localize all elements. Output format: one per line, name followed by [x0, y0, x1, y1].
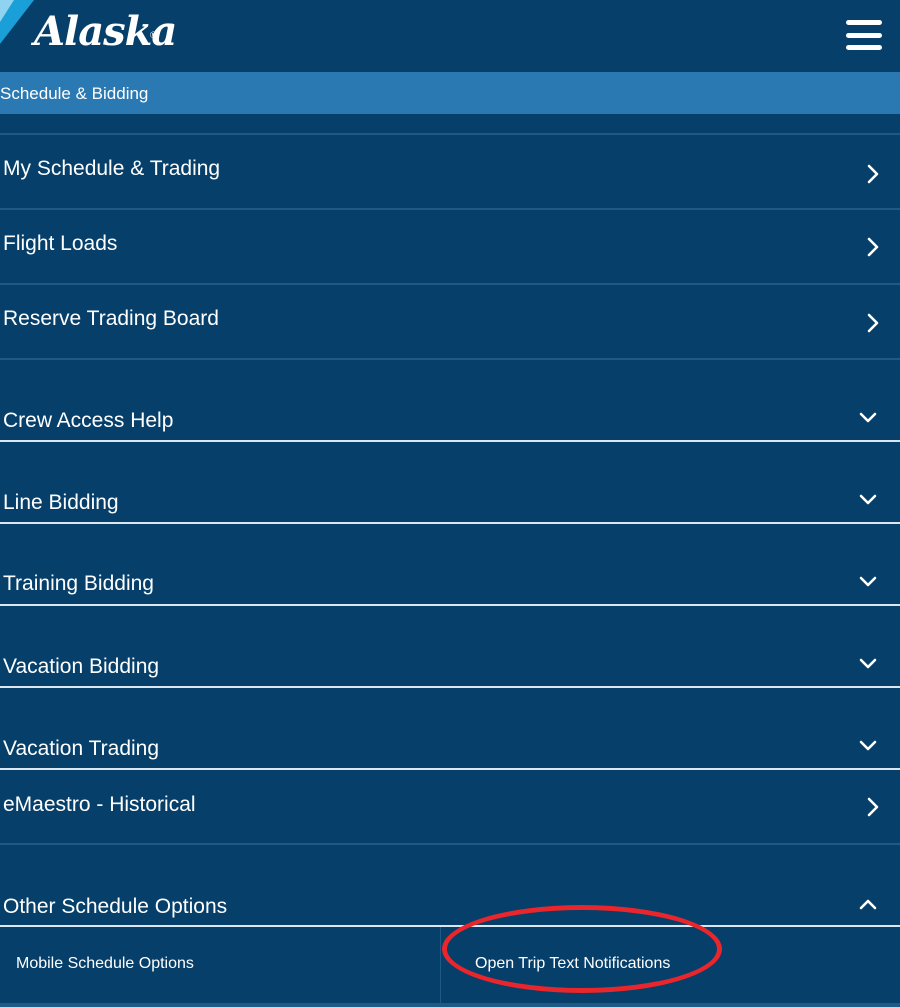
- app-header: Alaska ®: [0, 0, 900, 72]
- accordion-training-bidding[interactable]: Training Bidding: [0, 524, 900, 604]
- accordion-label: Vacation Bidding: [3, 655, 160, 678]
- accordion-line-bidding[interactable]: Line Bidding: [0, 442, 900, 522]
- chevron-right-icon: [867, 237, 879, 257]
- menu-item-flight-loads[interactable]: Flight Loads: [0, 210, 900, 283]
- hamburger-line: [846, 45, 882, 50]
- chevron-up-icon: [859, 899, 877, 910]
- submenu-other-schedule-options: Mobile Schedule Options Open Trip Text N…: [0, 927, 900, 1007]
- chevron-down-icon: [859, 740, 877, 751]
- accordion-other-schedule-options[interactable]: Other Schedule Options: [0, 845, 900, 925]
- menu-item-label: Reserve Trading Board: [3, 307, 219, 330]
- accordion-label: Vacation Trading: [3, 737, 160, 760]
- breadcrumb: Schedule & Bidding: [0, 72, 900, 114]
- accordion-label: Line Bidding: [3, 491, 119, 514]
- accordion-label: Crew Access Help: [3, 409, 174, 432]
- chevron-right-icon: [867, 164, 879, 184]
- accordion-crew-access-help[interactable]: Crew Access Help: [0, 360, 900, 440]
- chevron-down-icon: [859, 494, 877, 505]
- divider: [0, 1003, 900, 1007]
- submenu-item-open-trip-text-notifications[interactable]: Open Trip Text Notifications: [441, 927, 900, 1003]
- chevron-down-icon: [859, 412, 877, 423]
- menu-item-emaestro-historical[interactable]: eMaestro - Historical: [0, 770, 900, 843]
- menu-item-label: eMaestro - Historical: [3, 793, 196, 816]
- chevron-down-icon: [859, 658, 877, 669]
- submenu-item-label: Open Trip Text Notifications: [475, 955, 671, 972]
- hamburger-menu-icon[interactable]: [846, 20, 882, 50]
- menu-item-label: My Schedule & Trading: [3, 157, 221, 180]
- chevron-right-icon: [867, 313, 879, 333]
- menu-item-label: Flight Loads: [3, 232, 118, 255]
- submenu-item-mobile-schedule-options[interactable]: Mobile Schedule Options: [0, 927, 440, 1003]
- logo-registered-mark: ®: [150, 30, 157, 40]
- hamburger-line: [846, 20, 882, 25]
- hamburger-line: [846, 32, 882, 38]
- accordion-vacation-trading[interactable]: Vacation Trading: [0, 688, 900, 768]
- accordion-label: Other Schedule Options: [3, 895, 228, 918]
- chevron-right-icon: [867, 797, 879, 817]
- submenu-item-label: Mobile Schedule Options: [16, 955, 194, 972]
- menu-item-my-schedule-trading[interactable]: My Schedule & Trading: [0, 135, 900, 208]
- chevron-down-icon: [859, 576, 877, 587]
- accordion-label: Training Bidding: [3, 572, 154, 595]
- menu-item-reserve-trading-board[interactable]: Reserve Trading Board: [0, 285, 900, 358]
- accordion-vacation-bidding[interactable]: Vacation Bidding: [0, 606, 900, 686]
- breadcrumb-item-schedule-bidding[interactable]: Schedule & Bidding: [0, 84, 148, 104]
